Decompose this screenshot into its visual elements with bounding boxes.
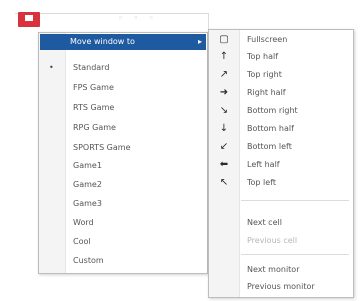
menu-item-top-left[interactable]: ↖ Top left bbox=[211, 176, 351, 190]
right-half-icon: ➜ bbox=[219, 87, 229, 98]
menu-item-label: Game1 bbox=[73, 161, 102, 170]
menu-item-previous-cell: Previous cell bbox=[211, 234, 351, 248]
menu-item-label: Top right bbox=[247, 70, 282, 79]
menu-item-label: Move window to bbox=[70, 37, 135, 46]
menu-item-next-monitor[interactable]: Next monitor bbox=[211, 263, 351, 277]
menu-item-label: Game2 bbox=[73, 180, 102, 189]
window-controls: ◦◦◦ bbox=[118, 14, 164, 24]
menu-item-cool[interactable]: Cool bbox=[41, 235, 205, 249]
menu-item-rpg-game[interactable]: RPG Game bbox=[41, 121, 205, 135]
menu-item-label: RPG Game bbox=[73, 123, 116, 132]
menu-item-top-right[interactable]: ↗ Top right bbox=[211, 68, 351, 82]
top-right-icon: ↗ bbox=[219, 69, 229, 80]
bottom-right-icon: ↘ bbox=[219, 105, 229, 116]
menu-item-label: Next monitor bbox=[247, 265, 300, 274]
top-left-icon: ↖ bbox=[219, 177, 229, 188]
menu-item-label: Cool bbox=[73, 237, 91, 246]
menu-item-custom[interactable]: Custom bbox=[41, 254, 205, 268]
menu-item-label: Game3 bbox=[73, 199, 102, 208]
menu-item-label: Next cell bbox=[247, 218, 282, 227]
top-half-icon: ↑ bbox=[219, 51, 229, 62]
menu-item-sports-game[interactable]: SPORTS Game bbox=[41, 141, 205, 155]
move-window-submenu: ▢ Fullscreen ↑ Top half ↗ Top right ➜ Ri… bbox=[208, 29, 354, 298]
menu-item-next-cell[interactable]: Next cell bbox=[211, 216, 351, 230]
app-icon[interactable] bbox=[18, 12, 40, 27]
menu-item-label: Bottom left bbox=[247, 142, 292, 151]
submenu-arrow-icon: ▸ bbox=[197, 37, 202, 46]
menu-item-label: Word bbox=[73, 218, 94, 227]
menu-item-label: SPORTS Game bbox=[73, 143, 131, 152]
menu-item-label: Bottom half bbox=[247, 124, 294, 133]
menu-item-label: Right half bbox=[247, 88, 286, 97]
bottom-left-icon: ↙ bbox=[219, 141, 229, 152]
menu-item-label: Top half bbox=[247, 52, 279, 61]
menu-item-label: Bottom right bbox=[247, 106, 298, 115]
menu-item-fps-game[interactable]: FPS Game bbox=[41, 81, 205, 95]
radio-check-icon: • bbox=[49, 63, 54, 72]
menu-item-previous-monitor[interactable]: Previous monitor bbox=[211, 280, 351, 294]
menu-item-label: Left half bbox=[247, 160, 280, 169]
menu-item-label: Top left bbox=[247, 178, 276, 187]
menu-item-label: FPS Game bbox=[73, 83, 114, 92]
menu-item-left-half[interactable]: ⬅ Left half bbox=[211, 158, 351, 172]
menu-item-bottom-left[interactable]: ↙ Bottom left bbox=[211, 140, 351, 154]
menu-item-game1[interactable]: Game1 bbox=[41, 159, 205, 173]
left-half-icon: ⬅ bbox=[219, 159, 229, 170]
menu-item-label: Standard bbox=[73, 63, 110, 72]
menu-item-move-window-to[interactable]: Move window to ▸ bbox=[40, 34, 206, 50]
menu-item-game2[interactable]: Game2 bbox=[41, 178, 205, 192]
menu-item-rts-game[interactable]: RTS Game bbox=[41, 101, 205, 115]
layout-menu: Move window to ▸ • Standard FPS Game RTS… bbox=[38, 32, 208, 274]
menu-item-label: Previous monitor bbox=[247, 282, 315, 291]
menu-item-label: Previous cell bbox=[247, 236, 298, 245]
menu-item-label: RTS Game bbox=[73, 103, 115, 112]
menu-item-bottom-half[interactable]: ↓ Bottom half bbox=[211, 122, 351, 136]
menu-item-label: Fullscreen bbox=[247, 35, 288, 44]
bottom-half-icon: ↓ bbox=[219, 123, 229, 134]
menu-item-bottom-right[interactable]: ↘ Bottom right bbox=[211, 104, 351, 118]
menu-item-game3[interactable]: Game3 bbox=[41, 197, 205, 211]
menu-item-word[interactable]: Word bbox=[41, 216, 205, 230]
menu-item-standard[interactable]: • Standard bbox=[41, 61, 205, 75]
menu-separator bbox=[241, 254, 349, 255]
menu-separator bbox=[241, 200, 349, 201]
menu-item-right-half[interactable]: ➜ Right half bbox=[211, 86, 351, 100]
menu-item-fullscreen[interactable]: ▢ Fullscreen bbox=[211, 33, 351, 47]
fullscreen-icon: ▢ bbox=[219, 34, 229, 45]
menu-item-top-half[interactable]: ↑ Top half bbox=[211, 50, 351, 64]
menu-item-label: Custom bbox=[73, 256, 104, 265]
